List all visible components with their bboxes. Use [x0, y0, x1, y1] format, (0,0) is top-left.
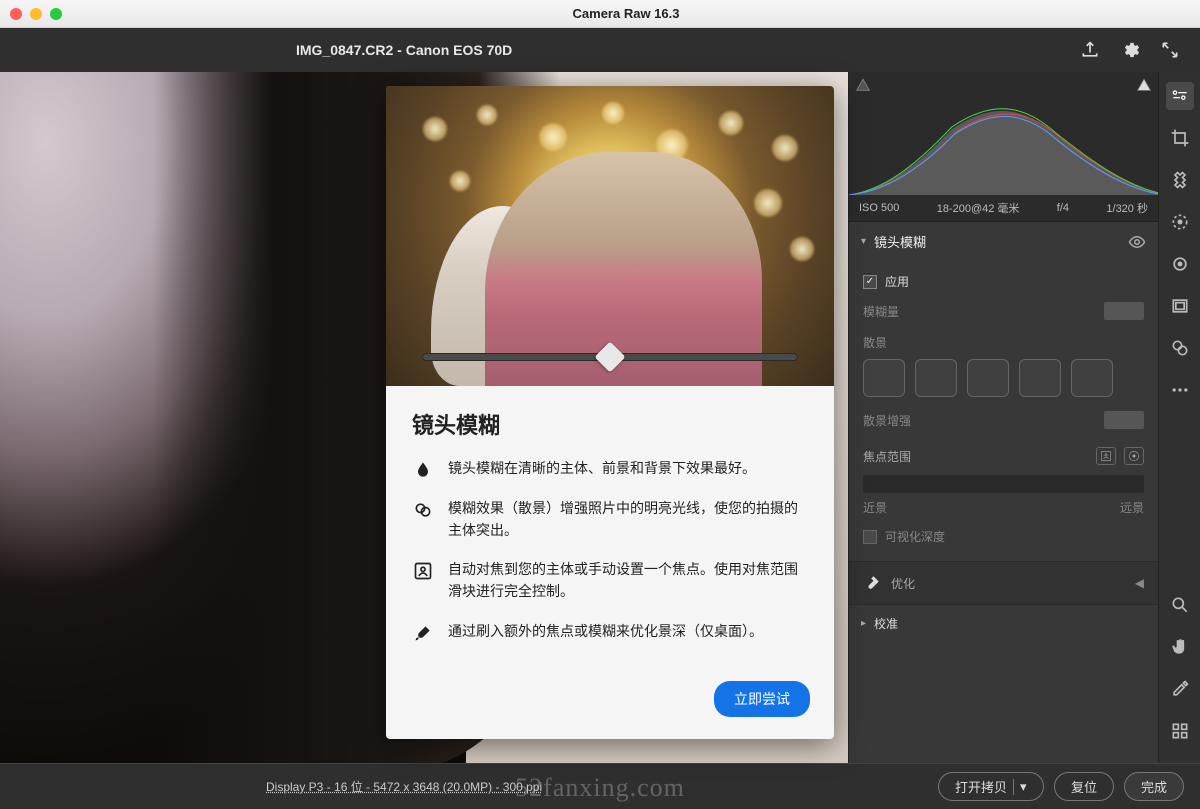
- open-copy-button[interactable]: 打开拷贝▾: [938, 772, 1044, 801]
- popup-bullet-2: 模糊效果（散景）增强照片中的明亮光线，使您的拍摄的主体突出。: [448, 498, 808, 541]
- mask-tool-icon[interactable]: [1166, 208, 1194, 236]
- try-now-button[interactable]: 立即尝试: [714, 681, 810, 717]
- bokeh-label: 散景: [863, 334, 1144, 351]
- heal-tool-icon[interactable]: [1166, 166, 1194, 194]
- popup-bullet-1: 镜头模糊在清晰的主体、前景和背景下效果最好。: [448, 458, 756, 480]
- meta-shutter: 1/320 秒: [1106, 200, 1148, 216]
- focus-range-slider[interactable]: [863, 475, 1144, 493]
- lensblur-tutorial-popup: 镜头模糊 镜头模糊在清晰的主体、前景和背景下效果最好。 模糊效果（散景）增强照片…: [386, 86, 834, 739]
- presets-tool-icon[interactable]: [1166, 334, 1194, 362]
- bokeh-preset-1[interactable]: [863, 359, 905, 397]
- optimize-collapse-icon[interactable]: ◀: [1135, 576, 1144, 590]
- bottom-bar: Display P3 - 16 位 - 5472 x 3648 (20.0MP)…: [0, 763, 1200, 809]
- bokeh-boost-value[interactable]: [1104, 411, 1144, 429]
- popup-hero-image: [386, 86, 834, 386]
- mac-titlebar: Camera Raw 16.3: [0, 0, 1200, 28]
- optimize-row[interactable]: 优化 ◀: [849, 561, 1158, 604]
- tool-rail: [1158, 72, 1200, 809]
- bokeh-preset-2[interactable]: [915, 359, 957, 397]
- popup-bullet-3: 自动对焦到您的主体或手动设置一个焦点。使用对焦范围滑块进行完全控制。: [448, 559, 808, 602]
- sampler-tool-icon[interactable]: [1166, 675, 1194, 703]
- drop-icon: [412, 458, 434, 480]
- far-label: 远景: [1120, 499, 1144, 516]
- gear-icon[interactable]: [1116, 36, 1144, 64]
- visualize-checkbox[interactable]: [863, 530, 877, 544]
- bokeh-preset-4[interactable]: [1019, 359, 1061, 397]
- zoom-tool-icon[interactable]: [1166, 591, 1194, 619]
- lensblur-title: 镜头模糊: [874, 232, 1128, 251]
- focus-point-icon[interactable]: [1124, 447, 1144, 465]
- blur-amount-row[interactable]: 模糊量: [863, 302, 1144, 320]
- eye-icon[interactable]: [1128, 233, 1146, 251]
- bokeh-boost-row[interactable]: 散景增强: [863, 411, 1144, 429]
- popup-bullet-4: 通过刷入额外的焦点或模糊来优化景深（仅桌面）。: [448, 621, 763, 643]
- near-label: 近景: [863, 499, 887, 516]
- edit-tool-icon[interactable]: [1166, 82, 1194, 110]
- export-icon[interactable]: [1076, 36, 1104, 64]
- blur-amount-value[interactable]: [1104, 302, 1144, 320]
- meta-iso: ISO 500: [859, 202, 899, 214]
- window-maximize[interactable]: [50, 8, 62, 20]
- lensblur-panel-header[interactable]: ▾ 镜头模糊: [849, 222, 1158, 261]
- grid-tool-icon[interactable]: [1166, 717, 1194, 745]
- focus-icon: [412, 559, 434, 602]
- window-close[interactable]: [10, 8, 22, 20]
- more-tool-icon[interactable]: [1166, 376, 1194, 404]
- focus-subject-icon[interactable]: [1096, 447, 1116, 465]
- fullscreen-icon[interactable]: [1156, 36, 1184, 64]
- filename-label: IMG_0847.CR2 - Canon EOS 70D: [296, 42, 512, 58]
- right-panel: ISO 500 18-200@42 毫米 f/4 1/320 秒 ▾ 镜头模糊 …: [848, 72, 1158, 809]
- bokeh-preset-3[interactable]: [967, 359, 1009, 397]
- histogram[interactable]: ISO 500 18-200@42 毫米 f/4 1/320 秒: [849, 72, 1158, 222]
- brush-refine-icon: [412, 621, 434, 643]
- window-minimize[interactable]: [30, 8, 42, 20]
- image-info[interactable]: Display P3 - 16 位 - 5472 x 3648 (20.0MP)…: [16, 778, 928, 795]
- focus-range-label: 焦点范围: [863, 448, 911, 465]
- redeye-tool-icon[interactable]: [1166, 250, 1194, 278]
- window-title: Camera Raw 16.3: [62, 6, 1190, 21]
- apply-checkbox[interactable]: [863, 275, 877, 289]
- calibrate-panel-header[interactable]: ▸ 校准: [849, 605, 1158, 642]
- apply-checkbox-row[interactable]: 应用: [863, 273, 1144, 290]
- crop-tool-icon[interactable]: [1166, 124, 1194, 152]
- meta-lens: 18-200@42 毫米: [937, 200, 1020, 216]
- hand-tool-icon[interactable]: [1166, 633, 1194, 661]
- app-toolbar: IMG_0847.CR2 - Canon EOS 70D: [0, 28, 1200, 72]
- visualize-depth-row[interactable]: 可视化深度: [863, 528, 1144, 545]
- reset-button[interactable]: 复位: [1054, 772, 1114, 801]
- bokeh-icon: [412, 498, 434, 541]
- bokeh-preset-5[interactable]: [1071, 359, 1113, 397]
- done-button[interactable]: 完成: [1124, 772, 1184, 801]
- brush-icon: [863, 574, 881, 592]
- popup-title: 镜头模糊: [412, 408, 808, 440]
- meta-aperture: f/4: [1057, 202, 1069, 214]
- popup-demo-slider[interactable]: [422, 348, 798, 366]
- snapshot-tool-icon[interactable]: [1166, 292, 1194, 320]
- apply-label: 应用: [885, 273, 909, 290]
